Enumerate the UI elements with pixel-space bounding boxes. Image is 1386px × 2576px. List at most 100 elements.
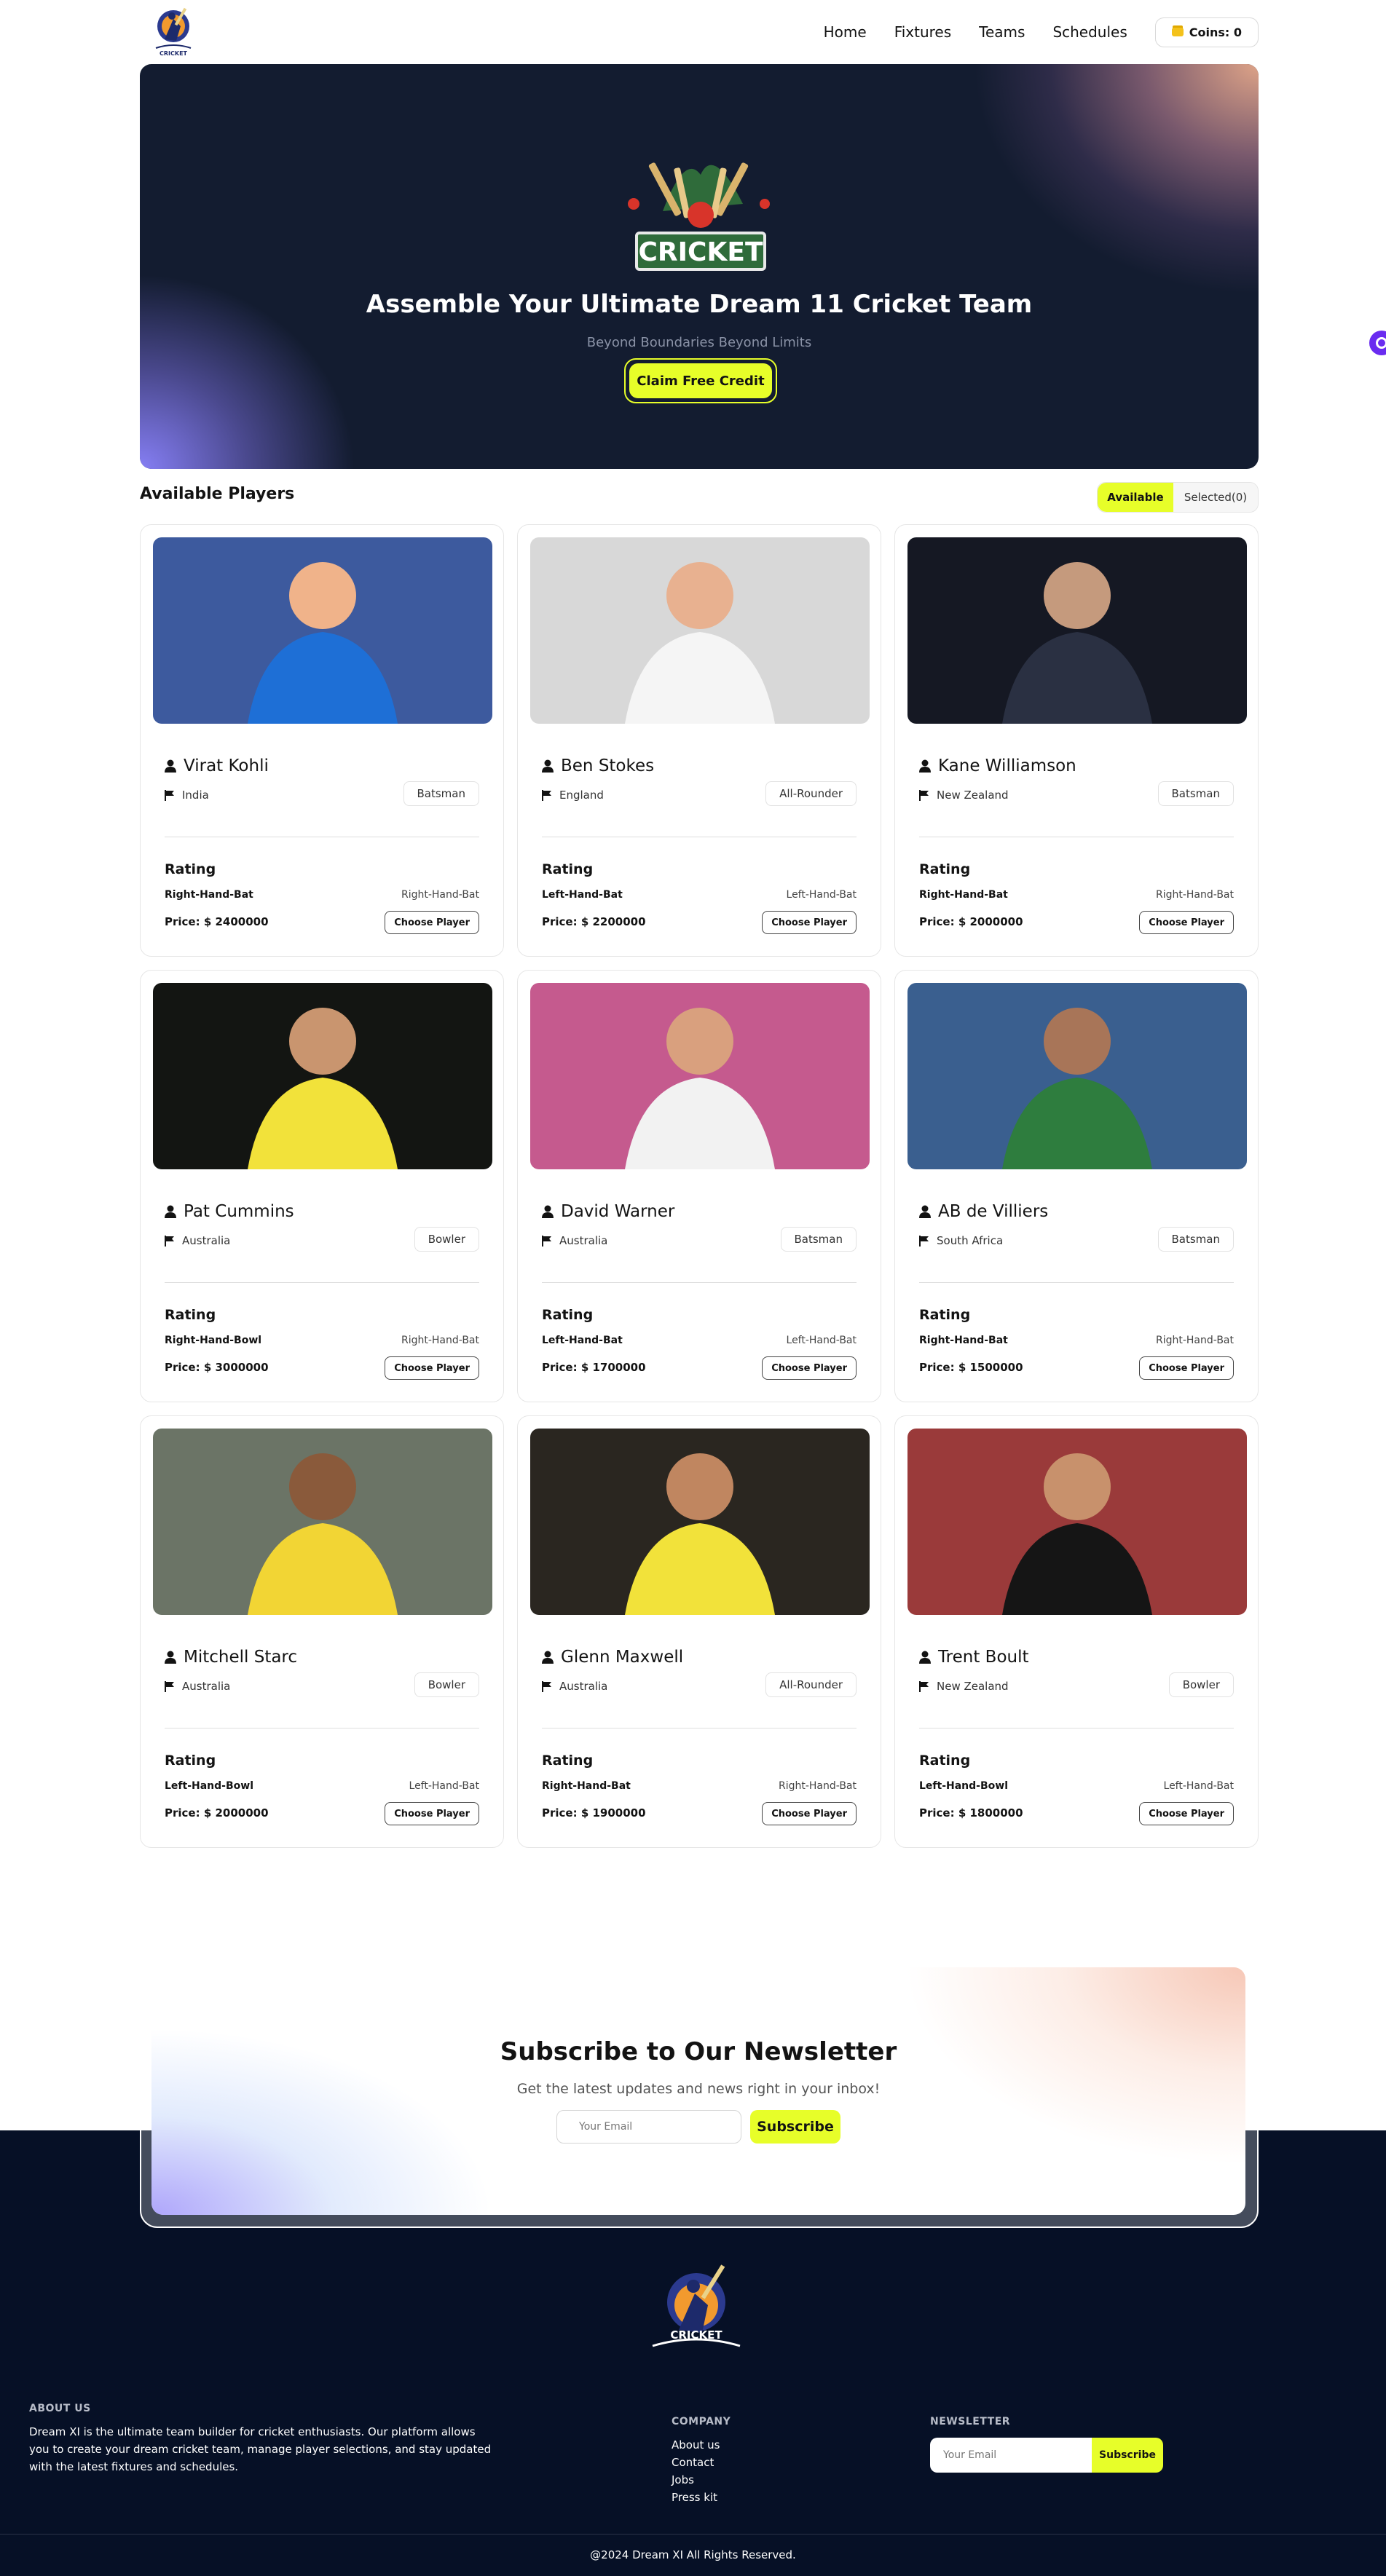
claim-free-credit-button[interactable]: Claim Free Credit [629, 363, 772, 398]
player-role-badge: Bowler [1168, 1672, 1234, 1697]
player-country-row: Australia [542, 1234, 607, 1247]
player-card: Pat Cummins Australia Bowler Rating Right-Ha… [140, 970, 504, 1402]
rating-label: Rating [919, 1307, 971, 1323]
player-country-row: Australia [165, 1680, 230, 1693]
newsletter-email-input[interactable] [556, 2110, 741, 2144]
player-name: Kane Williamson [938, 756, 1076, 775]
player-batting-style: Left-Hand-Bowl [919, 1780, 1008, 1792]
player-name-row: Trent Boult [919, 1648, 1029, 1667]
nav-link-fixtures[interactable]: Fixtures [894, 23, 951, 41]
player-batting-style: Right-Hand-Bowl [165, 1335, 262, 1346]
player-role-badge: All-Rounder [765, 781, 857, 806]
player-country-row: India [165, 789, 209, 802]
hero-title: Assemble Your Ultimate Dream 11 Cricket … [366, 290, 1033, 319]
player-role-badge: Batsman [1157, 781, 1234, 806]
player-role-badge: Batsman [1157, 1227, 1234, 1252]
player-batting-style-right: Right-Hand-Bat [1155, 889, 1234, 901]
coins-badge[interactable]: Coins: 0 [1154, 17, 1259, 47]
choose-player-button[interactable]: Choose Player [1139, 911, 1234, 934]
player-name: Pat Cummins [184, 1202, 294, 1221]
player-card: Ben Stokes England All-Rounder Rating Left-H… [517, 524, 881, 957]
user-icon [165, 1205, 176, 1218]
player-batting-style: Left-Hand-Bowl [165, 1780, 253, 1792]
newsletter-subscribe-button[interactable]: Subscribe [750, 2110, 840, 2144]
player-batting-style: Left-Hand-Bat [542, 889, 623, 901]
flag-icon [919, 1235, 929, 1246]
player-price: Price: $ 1900000 [542, 1806, 646, 1820]
player-photo [153, 537, 492, 724]
player-country: New Zealand [937, 789, 1009, 802]
footer-link-press-kit[interactable]: Press kit [672, 2489, 731, 2506]
player-photo [530, 1429, 870, 1615]
newsletter-subtitle: Get the latest updates and news right in… [516, 2081, 881, 2097]
choose-player-button[interactable]: Choose Player [385, 1802, 479, 1825]
user-icon [542, 1651, 554, 1664]
footer-about: ABOUT US Dream XI is the ultimate team b… [29, 2403, 495, 2476]
footer-link-contact[interactable]: Contact [672, 2454, 731, 2471]
player-card: Mitchell Starc Australia Bowler Rating Left-… [140, 1415, 504, 1848]
player-batting-style-right: Left-Hand-Bat [786, 889, 857, 901]
player-country: South Africa [937, 1234, 1004, 1247]
player-country: Australia [182, 1234, 231, 1247]
choose-player-button[interactable]: Choose Player [1139, 1802, 1234, 1825]
choose-player-button[interactable]: Choose Player [762, 1802, 857, 1825]
coins-label: Coins: 0 [1189, 25, 1242, 39]
player-country: Australia [182, 1680, 231, 1693]
cricket-banner-logo: CRICKET [628, 162, 770, 271]
logo[interactable]: CRICKET [151, 4, 195, 58]
footer-about-text: Dream XI is the ultimate team builder fo… [29, 2425, 492, 2473]
player-role-badge: Bowler [414, 1227, 479, 1252]
flag-icon [919, 789, 929, 801]
nav-link-home[interactable]: Home [824, 23, 867, 41]
flag-icon [542, 1235, 551, 1246]
user-icon [542, 759, 554, 773]
footer-company: COMPANY About us Contact Jobs Press kit [672, 2416, 731, 2506]
rating-label: Rating [542, 1307, 594, 1323]
floating-widget-icon[interactable] [1369, 331, 1386, 355]
choose-player-button[interactable]: Choose Player [385, 1356, 479, 1380]
rating-label: Rating [165, 1753, 216, 1769]
rating-label: Rating [919, 861, 971, 877]
footer-link-jobs[interactable]: Jobs [672, 2471, 731, 2489]
player-name: Mitchell Starc [184, 1648, 298, 1667]
player-name-row: Virat Kohli [165, 756, 269, 775]
player-card: Virat Kohli India Batsman Rating Right-Hand-… [140, 524, 504, 957]
player-name: AB de Villiers [938, 1202, 1049, 1221]
player-price: Price: $ 2000000 [165, 1806, 269, 1820]
player-name-row: David Warner [542, 1202, 674, 1221]
footer-subscribe-button[interactable]: Subscribe [1092, 2438, 1163, 2473]
tab-selected[interactable]: Selected(0) [1173, 483, 1258, 512]
flag-icon [542, 1680, 551, 1692]
player-price: Price: $ 2400000 [165, 915, 269, 928]
player-name: Glenn Maxwell [561, 1648, 684, 1667]
player-role-badge: All-Rounder [765, 1672, 857, 1697]
footer-link-about[interactable]: About us [672, 2436, 731, 2454]
player-country: Australia [559, 1680, 608, 1693]
rating-label: Rating [165, 1307, 216, 1323]
footer-email-input[interactable] [930, 2438, 1092, 2473]
user-icon [919, 1205, 931, 1218]
newsletter-card: Subscribe to Our Newsletter Get the late… [151, 1967, 1245, 2215]
footer-about-title: ABOUT US [29, 2403, 91, 2414]
choose-player-button[interactable]: Choose Player [762, 911, 857, 934]
player-country: Australia [559, 1234, 608, 1247]
nav-link-schedules[interactable]: Schedules [1052, 23, 1127, 41]
newsletter-title: Subscribe to Our Newsletter [500, 2037, 897, 2066]
player-price: Price: $ 3000000 [165, 1361, 269, 1374]
tab-available[interactable]: Available [1098, 483, 1173, 512]
player-country-row: New Zealand [919, 1680, 1009, 1693]
player-price: Price: $ 1500000 [919, 1361, 1023, 1374]
player-photo [907, 983, 1247, 1169]
player-batting-style: Right-Hand-Bat [919, 889, 1008, 901]
player-batting-style-right: Left-Hand-Bat [1163, 1780, 1234, 1792]
player-country-row: Australia [542, 1680, 607, 1693]
player-name-row: Mitchell Starc [165, 1648, 297, 1667]
player-role-badge: Bowler [414, 1672, 479, 1697]
nav-link-teams[interactable]: Teams [979, 23, 1025, 41]
choose-player-button[interactable]: Choose Player [385, 911, 479, 934]
coin-icon [1171, 28, 1184, 36]
player-role-badge: Batsman [780, 1227, 857, 1252]
player-batting-style-right: Right-Hand-Bat [778, 1780, 857, 1792]
choose-player-button[interactable]: Choose Player [1139, 1356, 1234, 1380]
choose-player-button[interactable]: Choose Player [762, 1356, 857, 1380]
